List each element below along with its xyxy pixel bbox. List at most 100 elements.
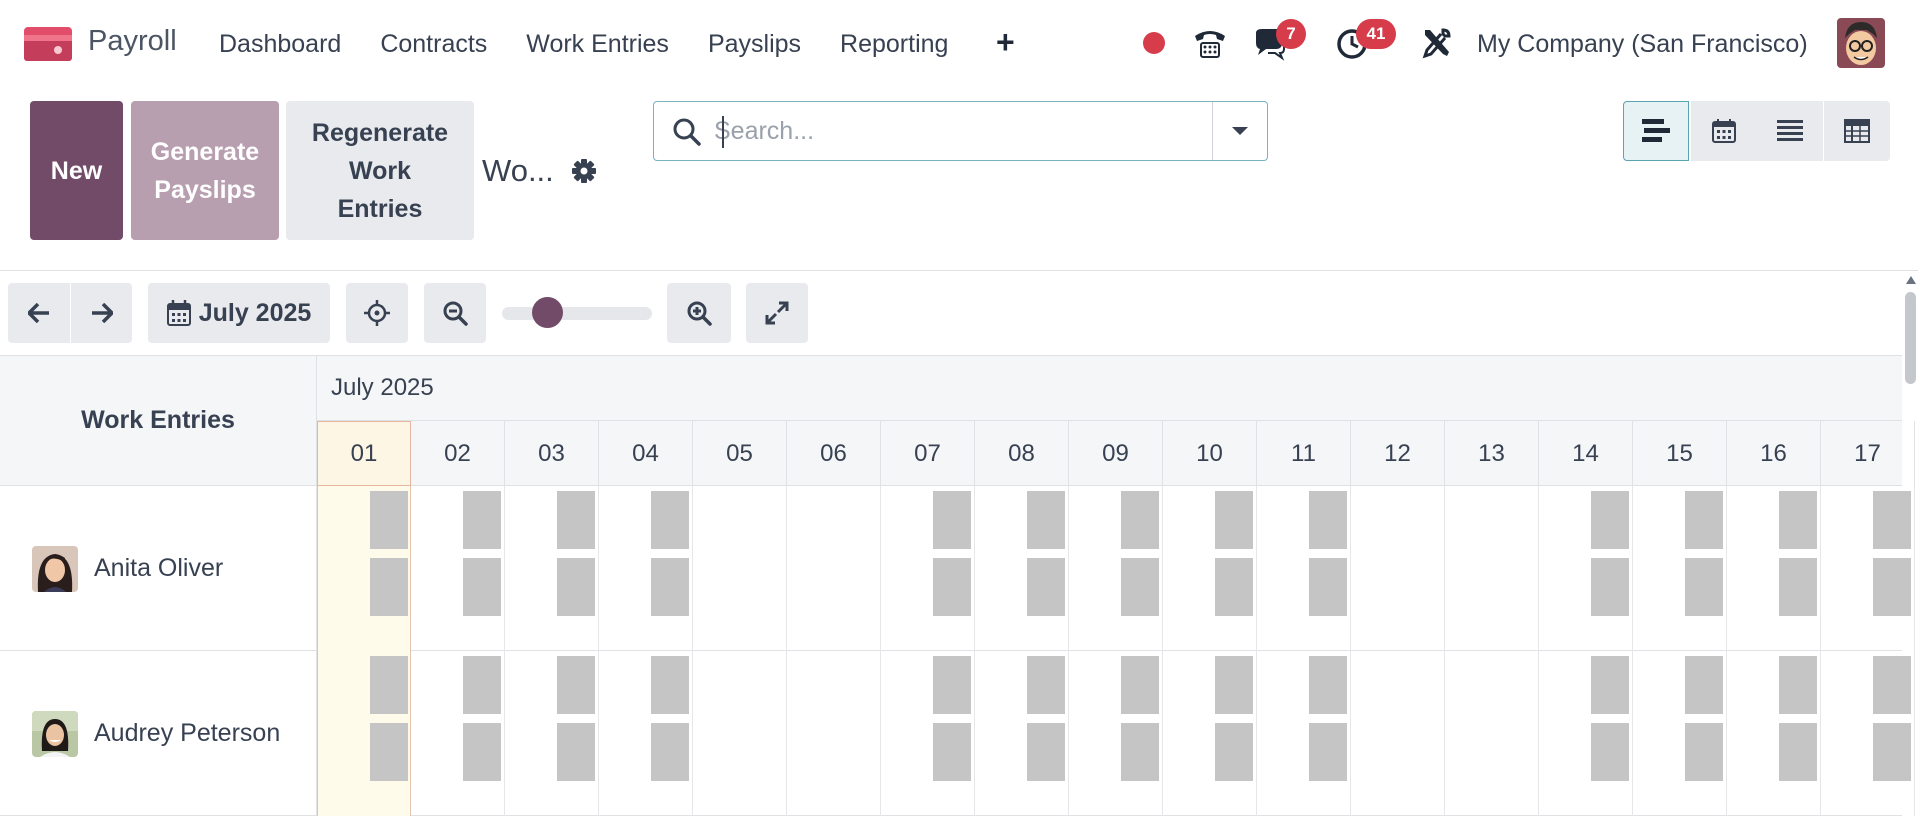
work-entry-am[interactable] [370,491,408,549]
day-cell[interactable] [411,651,505,816]
day-cell[interactable] [411,486,505,651]
work-entry-pm[interactable] [1873,723,1911,781]
work-entry-am[interactable] [1779,656,1817,714]
day-header[interactable]: 13 [1445,421,1539,486]
work-entry-pm[interactable] [370,723,408,781]
work-entry-am[interactable] [557,656,595,714]
work-entry-pm[interactable] [1121,558,1159,616]
day-header[interactable]: 04 [599,421,693,486]
work-entry-pm[interactable] [1685,558,1723,616]
day-cell[interactable] [1351,486,1445,651]
work-entry-pm[interactable] [1215,558,1253,616]
work-entry-am[interactable] [1779,491,1817,549]
generate-payslips-button[interactable]: Generate Payslips [131,101,279,240]
plus-button[interactable]: + [996,25,1015,59]
work-entry-pm[interactable] [1873,558,1911,616]
work-entry-pm[interactable] [1121,723,1159,781]
day-cell[interactable] [1727,651,1821,816]
work-entry-am[interactable] [370,656,408,714]
day-header[interactable]: 17 [1821,421,1915,486]
day-cell[interactable] [787,651,881,816]
work-entry-pm[interactable] [1779,723,1817,781]
day-cell[interactable] [881,486,975,651]
day-cell[interactable] [1633,486,1727,651]
day-header[interactable]: 03 [505,421,599,486]
row-label[interactable]: Anita Oliver [0,486,317,651]
recording-dot-icon[interactable] [1143,32,1165,54]
phone-icon[interactable] [1191,24,1229,62]
work-entry-am[interactable] [1215,656,1253,714]
work-entry-pm[interactable] [651,723,689,781]
work-entry-pm[interactable] [557,558,595,616]
day-cell[interactable] [1445,486,1539,651]
work-entry-pm[interactable] [1685,723,1723,781]
work-entry-am[interactable] [651,656,689,714]
work-entry-am[interactable] [1121,656,1159,714]
work-entry-am[interactable] [1027,656,1065,714]
work-entry-pm[interactable] [1309,723,1347,781]
day-cell[interactable] [1163,651,1257,816]
day-cell[interactable] [787,486,881,651]
day-header[interactable]: 02 [411,421,505,486]
user-avatar[interactable] [1837,18,1885,68]
work-entry-am[interactable] [1873,491,1911,549]
day-header[interactable]: 12 [1351,421,1445,486]
day-cell[interactable] [317,486,411,651]
work-entry-pm[interactable] [463,558,501,616]
day-header[interactable]: 15 [1633,421,1727,486]
work-entry-pm[interactable] [651,558,689,616]
new-button[interactable]: New [30,101,123,240]
day-header[interactable]: 01 [317,421,411,486]
day-header[interactable]: 16 [1727,421,1821,486]
day-cell[interactable] [1257,651,1351,816]
work-entry-am[interactable] [651,491,689,549]
work-entry-am[interactable] [1685,491,1723,549]
work-entry-pm[interactable] [1591,558,1629,616]
day-cell[interactable] [1351,651,1445,816]
work-entry-am[interactable] [463,656,501,714]
menu-item-reporting[interactable]: Reporting [840,27,948,61]
work-entry-am[interactable] [1215,491,1253,549]
day-header[interactable]: 06 [787,421,881,486]
work-entry-am[interactable] [1685,656,1723,714]
work-entry-pm[interactable] [933,723,971,781]
day-cell[interactable] [1069,651,1163,816]
day-cell[interactable] [1069,486,1163,651]
period-picker-button[interactable]: July 2025 [148,283,330,343]
day-cell[interactable] [693,651,787,816]
regenerate-work-entries-button[interactable]: Regenerate Work Entries [286,101,474,240]
work-entry-am[interactable] [1591,491,1629,549]
work-entry-am[interactable] [557,491,595,549]
calendar-view-button[interactable] [1691,101,1757,161]
gantt-view-button[interactable] [1623,101,1689,161]
day-header[interactable]: 14 [1539,421,1633,486]
day-cell[interactable] [1163,486,1257,651]
day-header[interactable]: 09 [1069,421,1163,486]
work-entry-pm[interactable] [463,723,501,781]
work-entry-am[interactable] [1027,491,1065,549]
previous-period-button[interactable] [8,283,70,343]
menu-item-contracts[interactable]: Contracts [380,27,487,61]
day-header[interactable]: 10 [1163,421,1257,486]
day-cell[interactable] [599,486,693,651]
zoom-slider-handle[interactable] [532,297,563,328]
work-entry-pm[interactable] [1309,558,1347,616]
work-entry-pm[interactable] [1215,723,1253,781]
day-cell[interactable] [1539,486,1633,651]
day-cell[interactable] [1633,651,1727,816]
zoom-out-button[interactable] [424,283,486,343]
day-header[interactable]: 11 [1257,421,1351,486]
scrollbar-thumb[interactable] [1905,292,1916,384]
list-view-button[interactable] [1757,101,1823,161]
work-entry-am[interactable] [1309,656,1347,714]
work-entry-am[interactable] [1121,491,1159,549]
work-entry-pm[interactable] [1591,723,1629,781]
work-entry-pm[interactable] [1027,723,1065,781]
day-header[interactable]: 07 [881,421,975,486]
work-entry-am[interactable] [1309,491,1347,549]
search-input[interactable] [714,110,1254,152]
zoom-slider[interactable] [502,307,652,320]
day-cell[interactable] [975,486,1069,651]
work-entry-am[interactable] [1873,656,1911,714]
focus-today-button[interactable] [346,283,408,343]
